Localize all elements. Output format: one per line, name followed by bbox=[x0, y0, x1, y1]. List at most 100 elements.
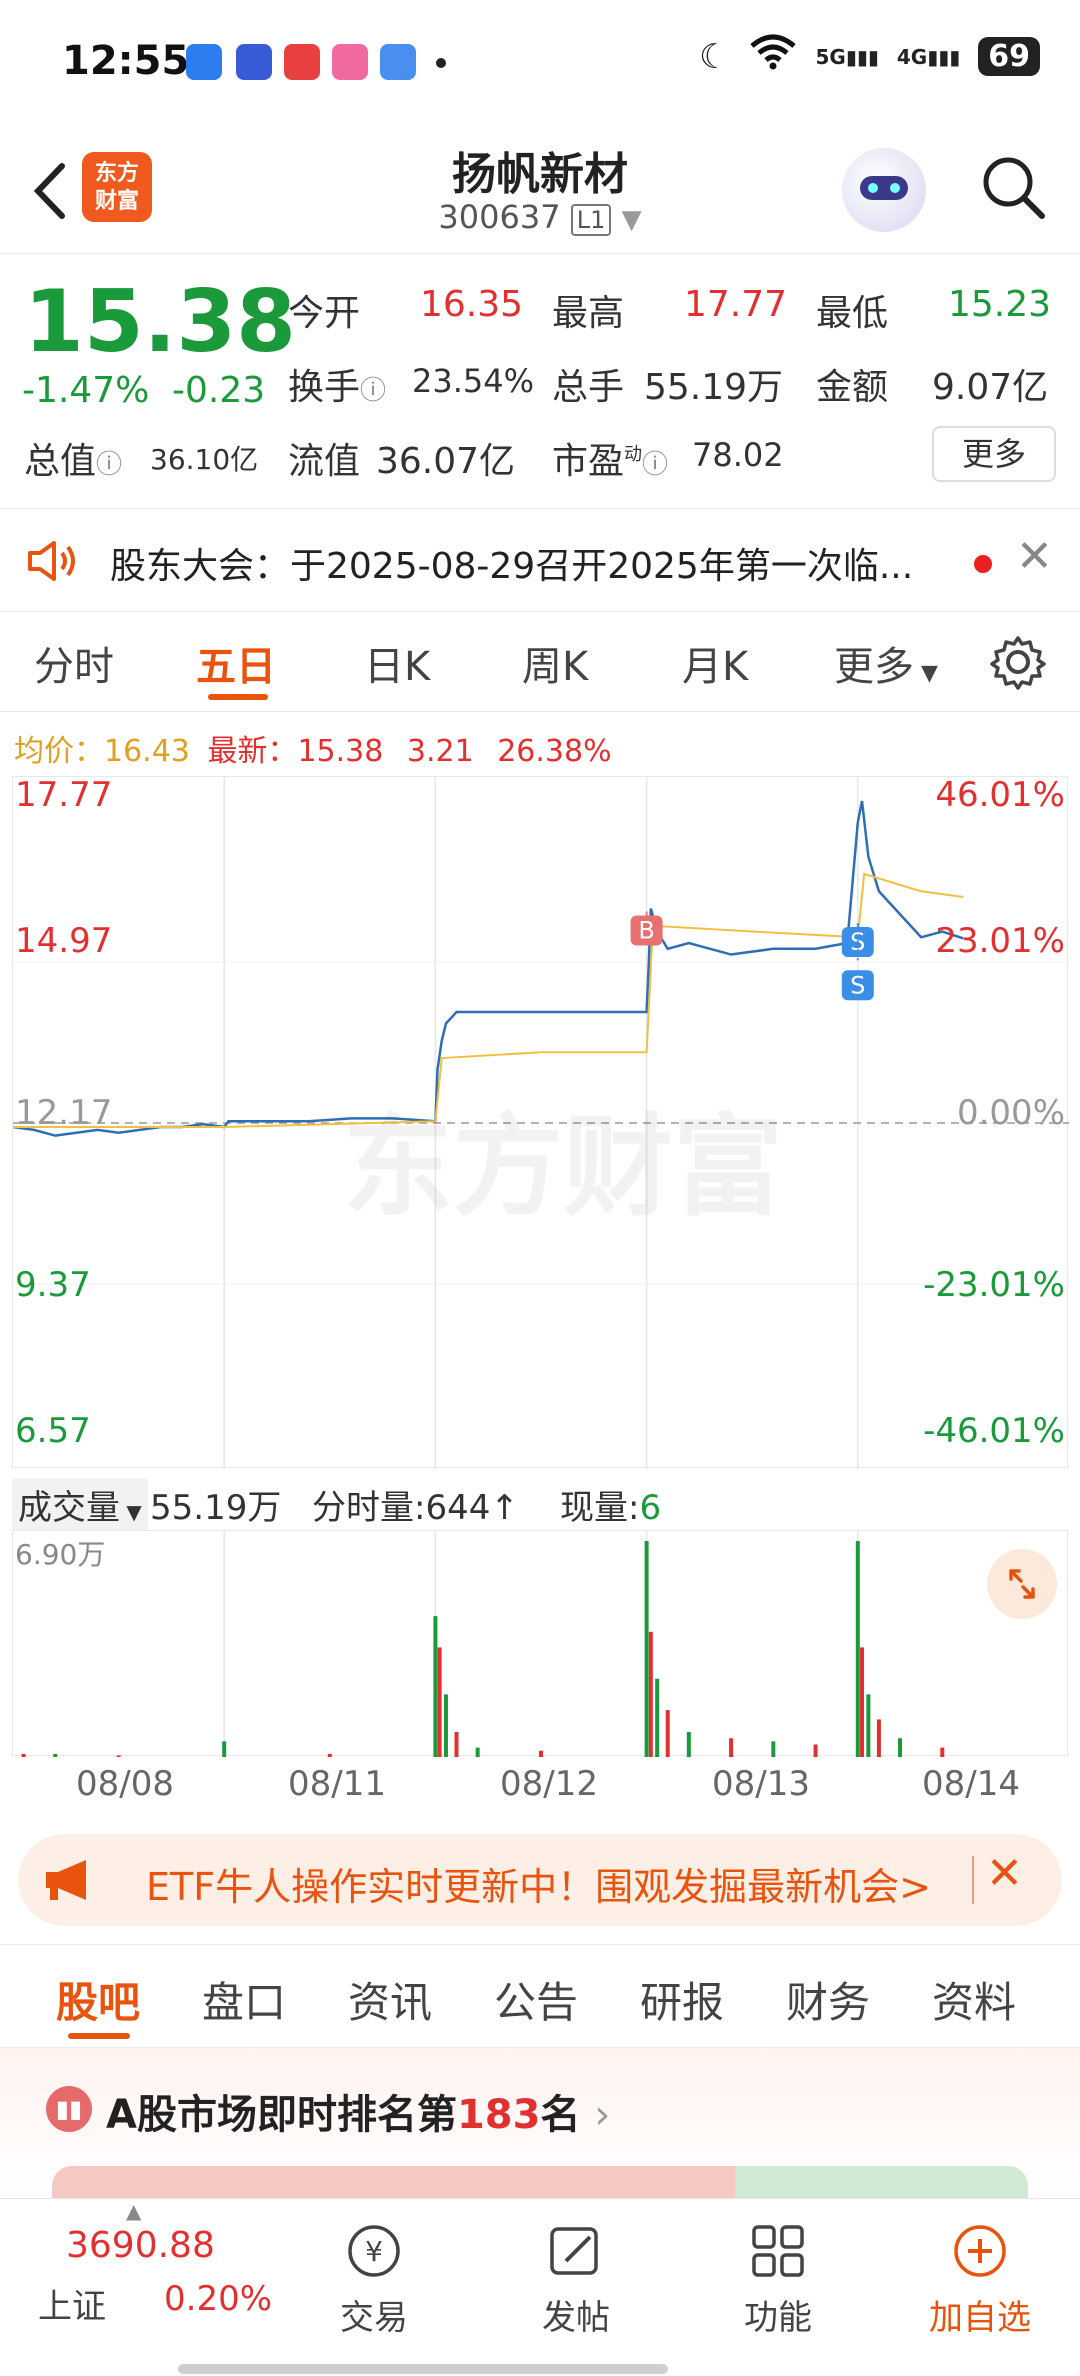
volume-bar bbox=[860, 1647, 865, 1757]
tab-five-day[interactable]: 五日 bbox=[196, 634, 276, 692]
chart-legend: 均价：16.43 最新：15.38 3.21 26.38% bbox=[14, 726, 612, 770]
y-left-label: 17.77 bbox=[15, 775, 113, 815]
volume-bar bbox=[876, 1719, 881, 1757]
date-label: 08/11 bbox=[288, 1764, 386, 1804]
volume-chart[interactable]: 6.90万 bbox=[12, 1530, 1068, 1757]
y-right-label: 23.01% bbox=[935, 921, 1065, 961]
search-button[interactable] bbox=[978, 152, 1048, 222]
signal-5g-icon: 5G▮▮▮ bbox=[815, 44, 879, 69]
caret-up-icon: ▲ bbox=[126, 2199, 142, 2223]
tab-forum[interactable]: 股吧 bbox=[56, 1969, 140, 2030]
tab-profile[interactable]: 资料 bbox=[932, 1969, 1016, 2030]
date-label: 08/08 bbox=[76, 1764, 174, 1804]
minute-volume: 分时量:644↑ bbox=[312, 1488, 519, 1528]
volume-info-row: 成交量 ▼ 55.19万 分时量:644↑ 现量:6 bbox=[12, 1474, 1068, 1531]
date-label: 08/13 bbox=[712, 1764, 810, 1804]
latest-percent: 26.38% bbox=[497, 734, 612, 769]
tab-monthly-k[interactable]: 月K bbox=[682, 634, 748, 692]
close-announcement-icon[interactable]: ✕ bbox=[1016, 531, 1053, 582]
tab-news[interactable]: 资讯 bbox=[348, 1969, 432, 2030]
current-price: 15.38 bbox=[24, 272, 297, 372]
tab-more[interactable]: 更多 ▼ bbox=[834, 634, 938, 692]
five-day-price-chart[interactable]: BSS 东方财富 17.77 14.97 12.17 9.37 6.57 46.… bbox=[12, 775, 1069, 1469]
assistant-robot-icon[interactable] bbox=[842, 148, 926, 232]
info-icon[interactable]: ⓘ bbox=[642, 450, 668, 480]
settings-gear-icon[interactable] bbox=[990, 634, 1046, 690]
nav-functions[interactable]: 功能 bbox=[718, 2221, 838, 2339]
volume-value: 55.19万 bbox=[644, 367, 784, 408]
high-label: 最高 bbox=[552, 293, 625, 334]
active-subtab-indicator bbox=[68, 2033, 130, 2039]
svg-text:¥: ¥ bbox=[365, 2235, 383, 2268]
rank-text: A股市场即时排名第183名 › bbox=[106, 2092, 611, 2138]
divider bbox=[972, 1856, 974, 1904]
announcement-bar[interactable]: 股东大会：于2025-08-29召开2025年第一次临... ✕ bbox=[0, 508, 1080, 612]
volume-bar bbox=[644, 1541, 649, 1757]
edit-post-icon bbox=[550, 2227, 598, 2275]
tab-daily-k[interactable]: 日K bbox=[364, 634, 430, 692]
tab-weekly-k[interactable]: 周K bbox=[522, 634, 588, 692]
stock-header: 东方 财富 扬帆新材 300637 L1 ▼ bbox=[0, 130, 1080, 254]
nav-add-watchlist[interactable]: 加自选 bbox=[920, 2221, 1040, 2339]
open-label: 今开 bbox=[288, 293, 361, 334]
signal-4g-icon: 4G▮▮▮ bbox=[896, 44, 961, 69]
volume-label: 总手 bbox=[552, 367, 625, 408]
moon-icon: ☾ bbox=[699, 36, 730, 77]
volume-bar bbox=[940, 1747, 945, 1757]
volume-bar bbox=[433, 1616, 438, 1757]
tab-research[interactable]: 研报 bbox=[640, 1969, 724, 2030]
status-time: 12:55 bbox=[62, 38, 190, 84]
y-right-label: -23.01% bbox=[923, 1265, 1065, 1305]
nav-post[interactable]: 发帖 bbox=[516, 2221, 636, 2339]
system-home-indicator[interactable] bbox=[178, 2364, 668, 2374]
volume-bar bbox=[729, 1738, 734, 1757]
index-percent[interactable]: 0.20% bbox=[164, 2279, 272, 2319]
volume-bar bbox=[813, 1744, 818, 1757]
chart-period-tabs: 分时 五日 日K 周K 月K 更多 ▼ bbox=[0, 612, 1080, 712]
grid-functions-icon bbox=[752, 2225, 804, 2277]
more-quote-button[interactable]: 更多 bbox=[932, 426, 1056, 482]
tab-order-book[interactable]: 盘口 bbox=[202, 1969, 286, 2030]
volume-bar bbox=[665, 1710, 670, 1757]
volume-indicator-dropdown[interactable]: 成交量 ▼ bbox=[12, 1478, 148, 1531]
volume-bar bbox=[437, 1647, 442, 1757]
avg-price-value: 16.43 bbox=[104, 734, 190, 769]
float-cap-label: 流值 bbox=[288, 441, 361, 482]
battery-indicator: 69 bbox=[978, 37, 1040, 76]
pe-value: 78.02 bbox=[692, 436, 784, 474]
speaker-icon bbox=[28, 541, 75, 581]
volume-y-max: 6.90万 bbox=[15, 1538, 106, 1571]
tab-announcements[interactable]: 公告 bbox=[494, 1969, 578, 2030]
volume-bar bbox=[898, 1738, 903, 1757]
change-percent: -1.47% bbox=[22, 370, 150, 411]
info-icon[interactable]: ⓘ bbox=[96, 450, 122, 480]
pe-label: 市盈动ⓘ bbox=[552, 441, 669, 482]
volume-bar bbox=[655, 1678, 660, 1757]
tab-financials[interactable]: 财务 bbox=[786, 1969, 870, 2030]
tab-intraday[interactable]: 分时 bbox=[34, 634, 114, 692]
volume-bar bbox=[327, 1753, 332, 1757]
market-rank-card[interactable]: ▮▮ A股市场即时排名第183名 › bbox=[0, 2048, 1080, 2206]
add-circle-icon bbox=[954, 2225, 1006, 2277]
expand-chart-button[interactable] bbox=[987, 1549, 1057, 1619]
etf-promo-banner[interactable]: ETF牛人操作实时更新中！围观发掘最新机会> ✕ bbox=[18, 1834, 1062, 1926]
trade-yuan-icon: ¥ bbox=[348, 2225, 400, 2277]
info-icon[interactable]: ⓘ bbox=[360, 376, 386, 406]
market-cap-value: 36.10亿 bbox=[150, 443, 259, 476]
close-banner-icon[interactable]: ✕ bbox=[986, 1848, 1023, 1899]
expand-icon bbox=[1009, 1569, 1035, 1599]
index-value[interactable]: 3690.88 bbox=[66, 2225, 215, 2266]
index-name[interactable]: 上证 bbox=[38, 2279, 106, 2328]
latest-change: 3.21 bbox=[406, 734, 474, 769]
nav-trade[interactable]: ¥ 交易 bbox=[314, 2221, 434, 2339]
date-label: 08/12 bbox=[500, 1764, 598, 1804]
bottom-navigation: ▲ 3690.88 上证 0.20% ¥ 交易 发帖 功能 加自选 bbox=[0, 2198, 1080, 2376]
volume-bar bbox=[454, 1731, 459, 1757]
volume-bar bbox=[648, 1631, 653, 1757]
app-notification-icon bbox=[332, 44, 368, 80]
current-volume: 现量:6 bbox=[560, 1488, 662, 1528]
y-left-label: 9.37 bbox=[15, 1265, 91, 1305]
app-notification-icon bbox=[284, 44, 320, 80]
marker-label: B bbox=[638, 917, 654, 945]
latest-value: 15.38 bbox=[297, 734, 384, 769]
